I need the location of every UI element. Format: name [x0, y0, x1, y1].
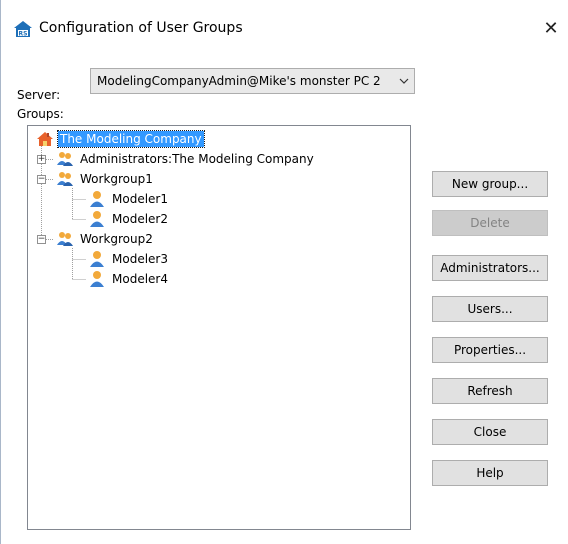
- svg-text:RS: RS: [19, 31, 28, 38]
- tree-item-label: Modeler1: [112, 192, 168, 206]
- server-select-value: ModelingCompanyAdmin@Mike's monster PC 2: [97, 74, 381, 88]
- tree-item-user[interactable]: Modeler3: [88, 249, 170, 269]
- close-button[interactable]: Close: [432, 419, 548, 445]
- server-label: Server:: [17, 88, 61, 102]
- tree-root-label: The Modeling Company: [57, 130, 205, 148]
- company-house-icon: [37, 132, 53, 146]
- server-select[interactable]: ModelingCompanyAdmin@Mike's monster PC 2: [90, 68, 415, 94]
- delete-button[interactable]: Delete: [432, 210, 548, 236]
- tree-item-label: Administrators:The Modeling Company: [80, 152, 314, 166]
- properties-button[interactable]: Properties...: [432, 337, 548, 363]
- close-window-button[interactable]: ✕: [537, 14, 565, 42]
- tree-item-user[interactable]: Modeler4: [88, 269, 170, 289]
- window-title: Configuration of User Groups: [39, 20, 243, 36]
- user-group-icon: [57, 172, 73, 186]
- tree-item-label: Modeler2: [112, 212, 168, 226]
- tree-item-user[interactable]: Modeler2: [88, 209, 170, 229]
- users-button[interactable]: Users...: [432, 296, 548, 322]
- tree-item-group[interactable]: Administrators:The Modeling Company: [56, 149, 316, 169]
- app-logo-icon: RS: [13, 20, 33, 38]
- user-group-icon: [57, 152, 73, 166]
- close-icon: ✕: [543, 17, 559, 39]
- user-icon: [90, 191, 104, 207]
- groups-tree[interactable]: The Modeling Company + Administrators:Th…: [27, 125, 411, 530]
- user-group-icon: [57, 232, 73, 246]
- tree-root-item[interactable]: The Modeling Company: [36, 129, 205, 149]
- user-icon: [90, 271, 104, 287]
- chevron-down-icon: [394, 78, 414, 84]
- administrators-button[interactable]: Administrators...: [432, 255, 548, 281]
- title-bar: RS Configuration of User Groups ✕: [1, 0, 568, 56]
- tree-item-label: Workgroup2: [80, 232, 153, 246]
- tree-item-group[interactable]: Workgroup1: [56, 169, 155, 189]
- tree-item-label: Modeler3: [112, 252, 168, 266]
- expand-plus-icon[interactable]: +: [37, 155, 46, 164]
- tree-item-group[interactable]: Workgroup2: [56, 229, 155, 249]
- tree-item-label: Workgroup1: [80, 172, 153, 186]
- user-icon: [90, 251, 104, 267]
- refresh-button[interactable]: Refresh: [432, 378, 548, 404]
- tree-item-label: Modeler4: [112, 272, 168, 286]
- dialog-window: RS Configuration of User Groups ✕ Server…: [0, 0, 568, 544]
- tree-item-user[interactable]: Modeler1: [88, 189, 170, 209]
- collapse-minus-icon[interactable]: −: [37, 175, 46, 184]
- new-group-button[interactable]: New group...: [432, 171, 548, 197]
- help-button[interactable]: Help: [432, 460, 548, 486]
- collapse-minus-icon[interactable]: −: [37, 235, 46, 244]
- groups-label: Groups:: [17, 107, 64, 121]
- user-icon: [90, 211, 104, 227]
